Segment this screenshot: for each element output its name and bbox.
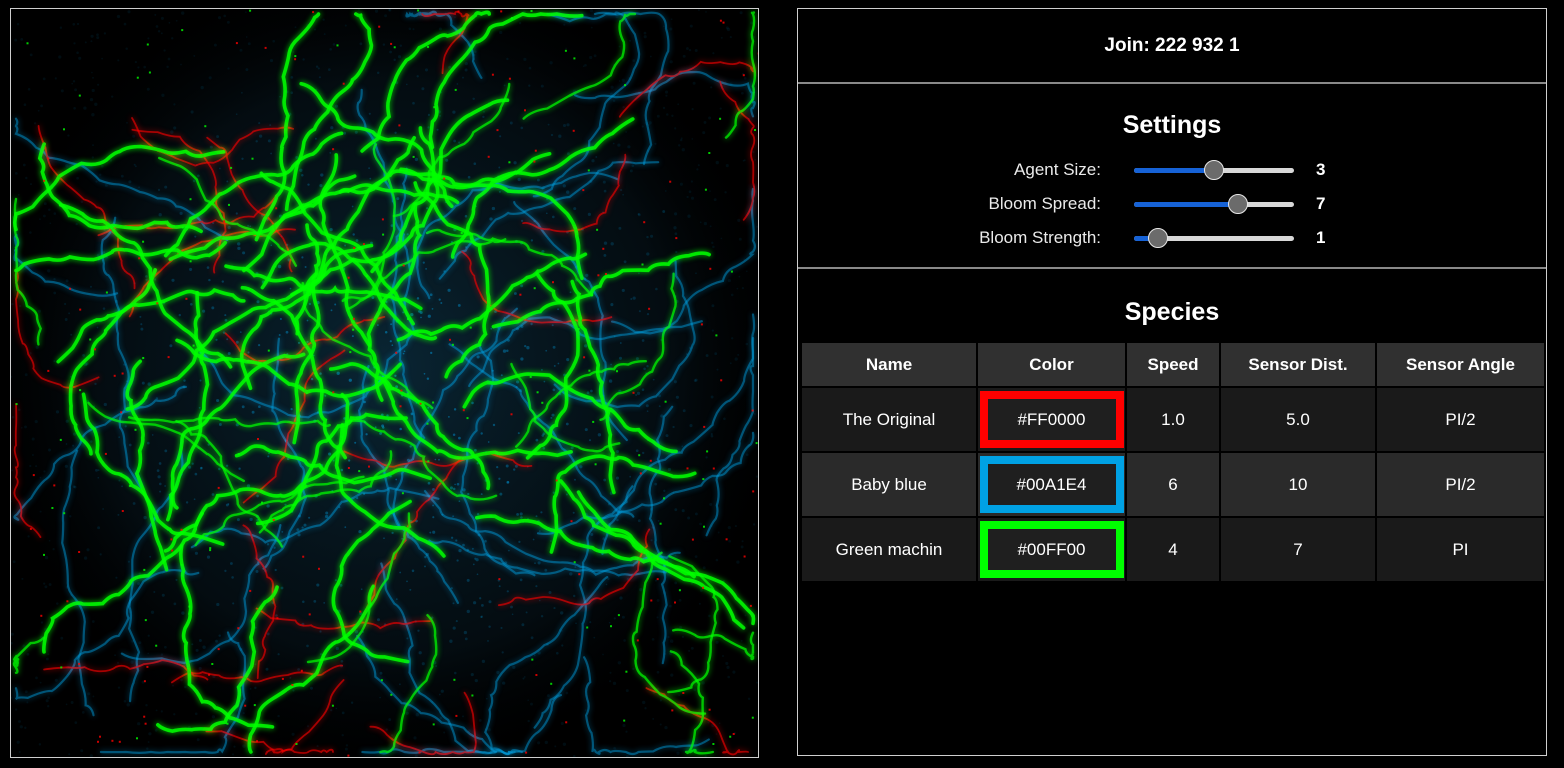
settings-section: Settings Agent Size: 3 Bloom Spread: 7 B… [798,84,1546,269]
species-sensor-angle-cell[interactable]: PI/2 [1377,388,1544,451]
slider-thumb[interactable] [1204,160,1224,180]
simulation-canvas[interactable] [10,8,759,758]
species-color-cell: #00A1E4 [978,453,1125,516]
color-picker[interactable]: #00FF00 [979,521,1124,578]
species-table: Name Color Speed Sensor Dist. Sensor Ang… [800,341,1546,583]
table-header-row: Name Color Speed Sensor Dist. Sensor Ang… [802,343,1544,386]
setting-value: 3 [1316,160,1326,179]
species-sensor-dist-cell[interactable]: 7 [1221,518,1375,581]
species-color-cell: #FF0000 [978,388,1125,451]
bloom-spread-slider[interactable] [1134,194,1294,214]
table-row: The Original #FF0000 1.0 5.0 PI/2 [802,388,1544,451]
bloom-strength-slider[interactable] [1134,228,1294,248]
species-speed-cell[interactable]: 6 [1127,453,1219,516]
setting-bloom-strength: Bloom Strength: 1 [798,220,1546,254]
species-name-cell[interactable]: Green machin [802,518,976,581]
color-hex: #FF0000 [1017,409,1086,429]
table-row: Green machin #00FF00 4 7 PI [802,518,1544,581]
species-sensor-angle-cell[interactable]: PI/2 [1377,453,1544,516]
color-picker[interactable]: #00A1E4 [979,456,1124,513]
control-panel: Join: 222 932 1 Settings Agent Size: 3 B… [797,8,1547,756]
column-header-color: Color [978,343,1125,386]
color-hex: #00A1E4 [1016,474,1087,494]
agent-size-slider[interactable] [1134,160,1294,180]
setting-label: Agent Size: [1014,160,1101,179]
species-section: Species Name Color Speed Sensor Dist. Se… [798,269,1546,583]
slider-thumb[interactable] [1228,194,1248,214]
column-header-speed: Speed [1127,343,1219,386]
slider-fill [1134,168,1214,173]
column-header-sensor-angle: Sensor Angle [1377,343,1544,386]
setting-bloom-spread: Bloom Spread: 7 [798,186,1546,220]
column-header-name: Name [802,343,976,386]
species-sensor-angle-cell[interactable]: PI [1377,518,1544,581]
column-header-sensor-dist: Sensor Dist. [1221,343,1375,386]
color-picker[interactable]: #FF0000 [979,391,1124,448]
species-title: Species [1124,298,1220,326]
setting-value: 7 [1316,194,1326,213]
join-code: Join: 222 932 1 [798,9,1546,84]
species-name-cell[interactable]: The Original [802,388,976,451]
slime-mold-render [11,9,758,757]
setting-value: 1 [1316,228,1326,247]
species-name-cell[interactable]: Baby blue [802,453,976,516]
color-hex: #00FF00 [1017,539,1086,559]
table-row: Baby blue #00A1E4 6 10 PI/2 [802,453,1544,516]
species-speed-cell[interactable]: 1.0 [1127,388,1219,451]
setting-label: Bloom Strength: [979,228,1101,247]
join-code-text: Join: 222 932 1 [1104,34,1240,56]
setting-agent-size: Agent Size: 3 [798,152,1546,186]
slider-fill [1134,202,1238,207]
slider-thumb[interactable] [1148,228,1168,248]
species-sensor-dist-cell[interactable]: 10 [1221,453,1375,516]
species-speed-cell[interactable]: 4 [1127,518,1219,581]
setting-label: Bloom Spread: [988,194,1101,213]
species-color-cell: #00FF00 [978,518,1125,581]
settings-title: Settings [1122,111,1222,139]
species-sensor-dist-cell[interactable]: 5.0 [1221,388,1375,451]
